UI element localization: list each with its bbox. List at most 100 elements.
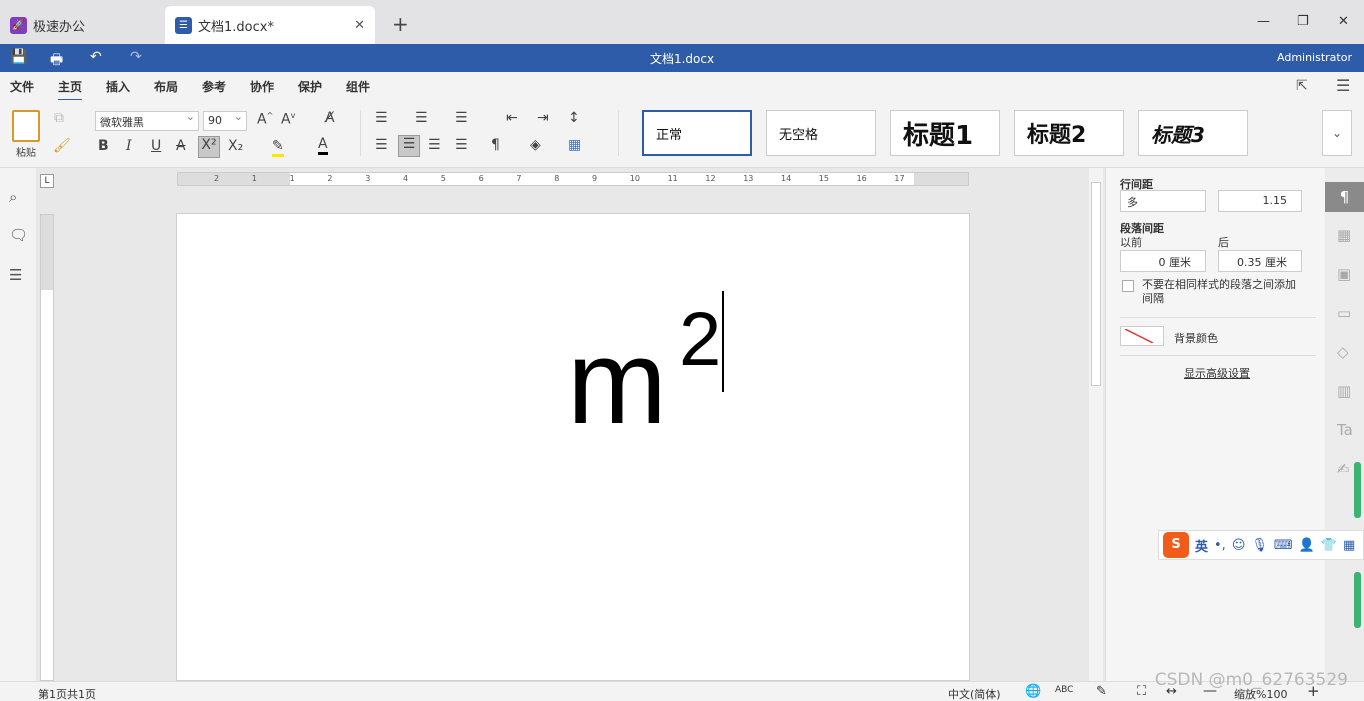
- increase-font-icon[interactable]: A^: [257, 111, 273, 128]
- menu-home[interactable]: 主页: [58, 78, 83, 101]
- user-icon[interactable]: 👤: [1299, 538, 1315, 553]
- align-left-icon[interactable]: ☰: [375, 137, 388, 153]
- paste-icon[interactable]: [12, 110, 40, 142]
- signature-icon[interactable]: ✍: [1337, 460, 1350, 478]
- header-footer-icon[interactable]: ▭: [1337, 304, 1351, 322]
- shape-settings-icon[interactable]: ◇: [1337, 343, 1349, 361]
- toolbox-icon[interactable]: ▦: [1343, 538, 1355, 553]
- spacing-after-field[interactable]: 0.35 厘米: [1218, 250, 1302, 272]
- numbered-list-icon[interactable]: ☰: [415, 110, 428, 126]
- ime-toolbar[interactable]: S 英 •, ☺ 🎙 ⌨ 👤 👕 ▦: [1158, 530, 1364, 560]
- open-location-icon[interactable]: ⇱: [1296, 78, 1308, 94]
- minimize-icon[interactable]: —: [1257, 14, 1270, 29]
- search-icon[interactable]: ⌕: [9, 188, 17, 206]
- new-tab-icon[interactable]: +: [392, 12, 409, 36]
- decrease-indent-icon[interactable]: ⇤: [506, 110, 518, 126]
- background-color-picker[interactable]: [1120, 326, 1164, 346]
- superscript-button[interactable]: X²: [198, 136, 220, 158]
- comments-icon[interactable]: 🗨: [9, 226, 28, 244]
- align-right-icon[interactable]: ☰: [428, 137, 441, 153]
- menu-insert[interactable]: 插入: [106, 78, 130, 95]
- right-icon-bar: ¶ ▦ ▣ ▭ ◇ ▥ Ta ✍: [1325, 168, 1364, 681]
- vertical-ruler[interactable]: [40, 214, 54, 681]
- text-art-icon[interactable]: Ta: [1337, 421, 1353, 439]
- decrease-font-icon[interactable]: Av: [281, 111, 295, 128]
- shading-icon[interactable]: ◈: [530, 137, 541, 153]
- navigation-icon[interactable]: ☰: [9, 266, 22, 284]
- document-text[interactable]: m: [567, 322, 667, 442]
- borders-icon[interactable]: ▦: [568, 137, 581, 153]
- paragraph-settings-panel: 行间距 多 1.15 段落间距 以前 后 0 厘米 0.35 厘米 不要在相同样…: [1105, 168, 1325, 681]
- ruler-tick-label: 4: [403, 174, 409, 183]
- paragraph-mark-icon[interactable]: ¶: [491, 137, 500, 153]
- document-page[interactable]: m 2: [176, 213, 970, 681]
- font-name-select[interactable]: 微软雅黑: [95, 110, 199, 131]
- increase-indent-icon[interactable]: ⇥: [537, 110, 549, 126]
- style-heading3[interactable]: 标题3: [1138, 110, 1248, 156]
- skin-icon[interactable]: 👕: [1321, 538, 1337, 553]
- align-center-icon[interactable]: ☰: [398, 135, 420, 157]
- ime-language[interactable]: 英: [1195, 536, 1208, 555]
- ruler-tick-label: 7: [516, 174, 522, 183]
- punctuation-icon[interactable]: •,: [1214, 538, 1226, 553]
- font-color-icon[interactable]: A: [318, 136, 328, 155]
- subscript-icon[interactable]: X₂: [228, 138, 243, 154]
- multilevel-list-icon[interactable]: ☰: [455, 110, 468, 126]
- underline-button[interactable]: U: [151, 138, 161, 154]
- ruler-tick-label: 16: [856, 174, 867, 183]
- line-spacing-mode-select[interactable]: 多: [1120, 190, 1206, 212]
- style-heading2[interactable]: 标题2: [1014, 110, 1124, 156]
- menu-hamburger-icon[interactable]: ☰: [1336, 76, 1350, 95]
- advanced-settings-link[interactable]: 显示高级设置: [1184, 365, 1250, 381]
- tab-stop-selector[interactable]: L: [40, 174, 54, 188]
- bold-button[interactable]: B: [98, 138, 109, 154]
- justify-icon[interactable]: ☰: [455, 137, 468, 153]
- bullet-list-icon[interactable]: ☰: [375, 110, 388, 126]
- tab-app[interactable]: 🚀 极速办公: [0, 6, 160, 44]
- spellcheck-icon[interactable]: ABC: [1055, 685, 1073, 695]
- scrollbar-thumb[interactable]: [1091, 182, 1101, 386]
- line-spacing-icon[interactable]: ↕: [568, 110, 580, 126]
- style-heading1[interactable]: 标题1: [890, 110, 1000, 156]
- sogou-logo[interactable]: S: [1163, 532, 1189, 558]
- style-normal[interactable]: 正常: [642, 110, 752, 156]
- close-window-icon[interactable]: ✕: [1338, 14, 1349, 29]
- maximize-icon[interactable]: ❐: [1297, 14, 1309, 29]
- close-tab-icon[interactable]: ✕: [354, 18, 365, 33]
- chart-settings-icon[interactable]: ▥: [1337, 382, 1351, 400]
- table-settings-icon[interactable]: ▦: [1337, 226, 1351, 244]
- document-superscript[interactable]: 2: [679, 302, 721, 378]
- keyboard-icon[interactable]: ⌨: [1274, 538, 1293, 553]
- menu-collaborate[interactable]: 协作: [250, 78, 274, 95]
- tab-document[interactable]: ☰ 文档1.docx* ✕: [165, 6, 375, 44]
- emoji-icon[interactable]: ☺: [1232, 538, 1246, 553]
- ruler-tick-label: 9: [592, 174, 598, 183]
- user-name: Administrator: [1277, 51, 1352, 64]
- fit-page-icon[interactable]: ⛶: [1137, 684, 1146, 699]
- line-spacing-value-field[interactable]: 1.15: [1218, 190, 1302, 212]
- italic-button[interactable]: I: [126, 138, 132, 154]
- clear-format-icon[interactable]: A̸: [325, 110, 335, 126]
- vertical-scrollbar[interactable]: [1089, 168, 1103, 681]
- language-selector[interactable]: 中文(简体): [948, 686, 1001, 701]
- menu-file[interactable]: 文件: [10, 78, 34, 95]
- spacing-before-field[interactable]: 0 厘米: [1120, 250, 1206, 272]
- microphone-icon[interactable]: 🎙: [1251, 538, 1268, 553]
- no-spacing-checkbox[interactable]: [1122, 280, 1134, 292]
- format-painter-icon[interactable]: 🖌: [53, 138, 71, 154]
- track-changes-icon[interactable]: ✎: [1096, 684, 1107, 699]
- globe-icon[interactable]: 🌐: [1025, 684, 1041, 699]
- image-settings-icon[interactable]: ▣: [1337, 265, 1351, 283]
- copy-icon[interactable]: ⧉: [54, 110, 64, 126]
- horizontal-ruler[interactable]: 2 1 1 2 3 4 5 6 7 8 9 10 11 12 13 14 15 16 17: [177, 172, 969, 186]
- font-size-select[interactable]: 90: [203, 110, 247, 131]
- paragraph-settings-icon[interactable]: ¶: [1325, 182, 1364, 212]
- menu-references[interactable]: 参考: [202, 78, 226, 95]
- style-no-spacing[interactable]: 无空格: [766, 110, 876, 156]
- menu-plugins[interactable]: 组件: [346, 78, 370, 95]
- menu-layout[interactable]: 布局: [154, 78, 178, 95]
- menu-protect[interactable]: 保护: [298, 78, 322, 95]
- styles-expand-icon[interactable]: ⌄: [1322, 110, 1352, 156]
- highlight-icon[interactable]: ✎: [272, 138, 284, 157]
- strikethrough-icon[interactable]: A: [176, 138, 186, 154]
